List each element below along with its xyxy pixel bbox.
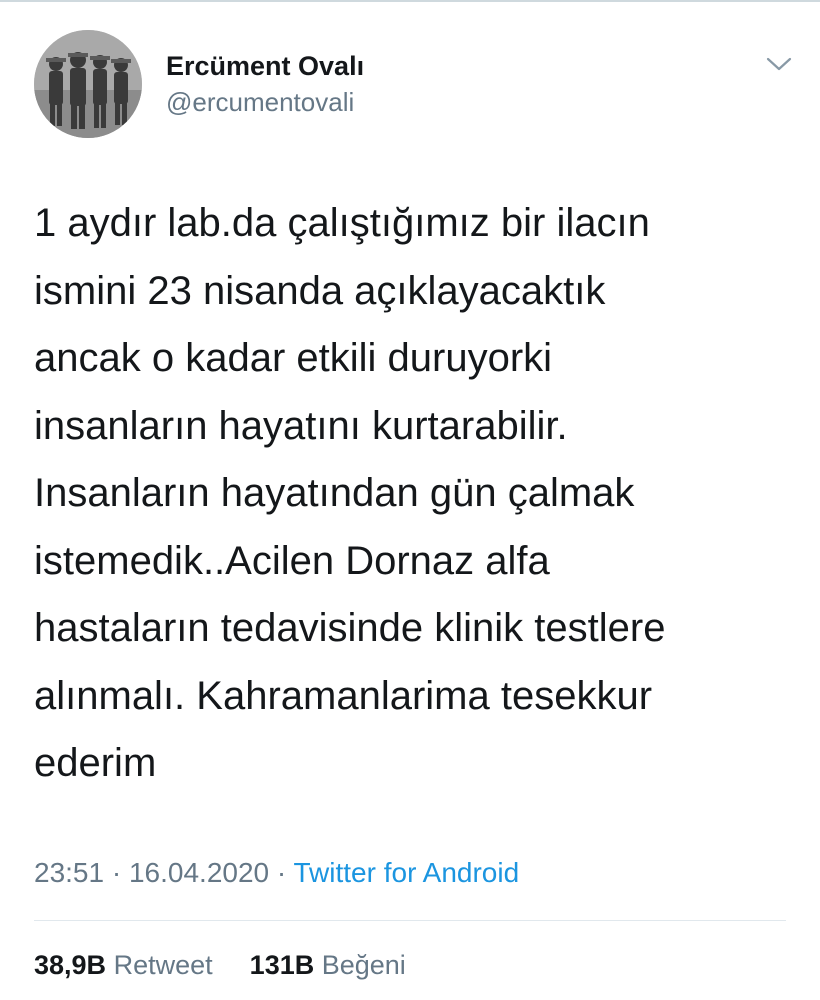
like-stat[interactable]: 131B Beğeni (250, 950, 406, 980)
tweet-text-line: Insanların hayatından gün çalmak (34, 471, 635, 515)
chevron-down-icon[interactable] (764, 52, 794, 76)
like-count: 131B (249, 950, 315, 980)
stats-divider (34, 920, 786, 921)
user-handle[interactable]: @ercumentovali (166, 86, 364, 118)
user-names: Ercüment Ovalı @ercumentovali (166, 50, 364, 118)
tweet-text-line: insanların hayatını kurtarabilir. (34, 403, 568, 448)
tweet-text: 1 aydır lab.da çalıştığımız bir ilacın i… (34, 190, 794, 798)
display-name[interactable]: Ercüment Ovalı (166, 50, 364, 82)
tweet-stats: 38,9B Retweet 131B Beğeni (34, 948, 406, 982)
meta-separator: · (276, 857, 287, 888)
tweet-text-line: istemedik..Acilen Dornaz alfa (34, 538, 550, 583)
tweet-source-link[interactable]: Twitter for Android (294, 857, 520, 888)
tweet-date[interactable]: 16.04.2020 (129, 857, 269, 888)
tweet-text-line: ederim (34, 741, 157, 785)
tweet-meta: 23:51 · 16.04.2020 · Twitter for Android (34, 856, 519, 890)
tweet-header: Ercüment Ovalı @ercumentovali (34, 30, 794, 140)
top-divider (0, 0, 820, 2)
tweet-time[interactable]: 23:51 (34, 857, 104, 888)
tweet-text-line: alınmalı. Kahramanlarima tesekkur (34, 673, 653, 718)
tweet-text-line: ancak o kadar etkili duruyorki (34, 336, 553, 380)
profile-photo-icon (34, 30, 142, 138)
retweet-count: 38,9B (34, 950, 107, 980)
retweet-stat[interactable]: 38,9B Retweet (34, 950, 220, 980)
tweet-text-line: ismini 23 nisanda açıklayacaktık (34, 268, 606, 313)
like-label: Beğeni (321, 950, 406, 980)
retweet-label: Retweet (113, 950, 213, 980)
tweet-text-line: 1 aydır lab.da çalıştığımız bir ilacın (34, 201, 650, 245)
avatar[interactable] (34, 30, 142, 138)
tweet-text-line: hastaların tedavisinde klinik testlere (34, 606, 666, 650)
meta-separator: · (111, 857, 122, 888)
